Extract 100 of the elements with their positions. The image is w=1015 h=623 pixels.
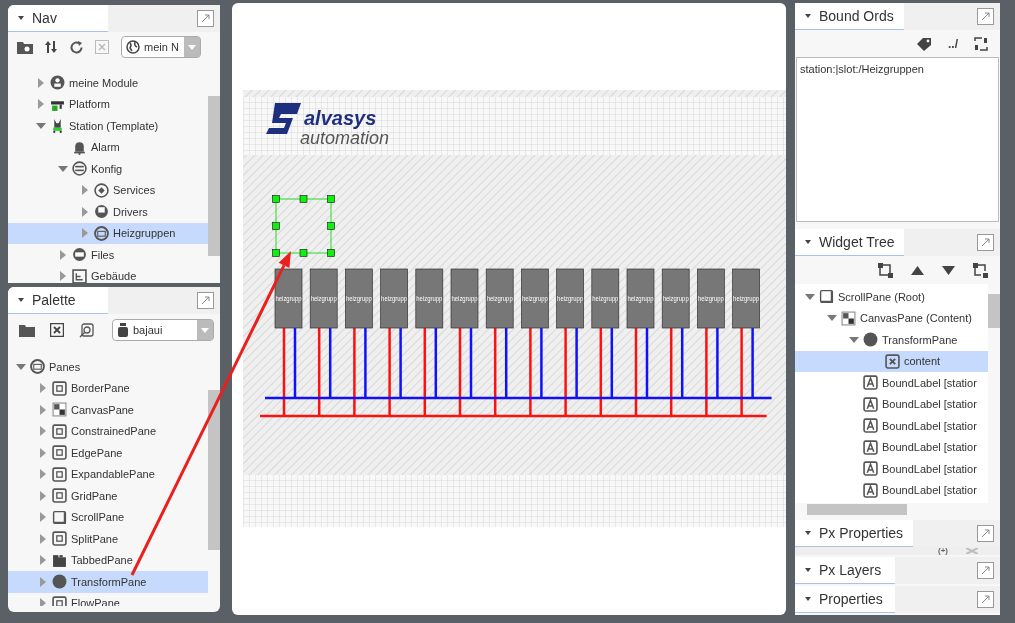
expander-icon[interactable]: [38, 555, 48, 566]
expander-icon[interactable]: [38, 490, 48, 501]
expander-icon[interactable]: [38, 404, 48, 415]
tree-item[interactable]: BorderPane: [8, 377, 208, 399]
tree-item[interactable]: Drivers: [8, 201, 208, 223]
tree-item[interactable]: Alarm: [8, 136, 208, 158]
expander-icon[interactable]: [36, 99, 46, 110]
tree-item[interactable]: TransformPane: [8, 571, 208, 593]
expander-icon[interactable]: [38, 383, 48, 394]
collapse-caret-icon[interactable]: [18, 298, 24, 302]
tree-item[interactable]: meine Module: [8, 72, 208, 94]
search-icon[interactable]: [79, 322, 94, 338]
expander-icon[interactable]: [849, 334, 859, 345]
heating-group-block[interactable]: [732, 268, 760, 329]
heating-group-block[interactable]: [450, 268, 479, 329]
tree-item[interactable]: Platform: [8, 93, 208, 115]
ord-text-field[interactable]: station:|slot:/Heizgruppen: [796, 57, 999, 222]
folder-icon[interactable]: [19, 323, 35, 337]
tree-item[interactable]: Station (Template): [8, 115, 208, 137]
tag-icon[interactable]: [916, 36, 932, 51]
tree-item[interactable]: TransformPane: [795, 329, 988, 351]
expander-icon[interactable]: [805, 291, 815, 302]
heating-group-block[interactable]: [415, 268, 444, 329]
maximize-icon[interactable]: [197, 10, 214, 27]
tree-item[interactable]: CanvasPane: [8, 399, 208, 421]
maximize-icon[interactable]: [197, 292, 214, 309]
heating-group-block[interactable]: [697, 268, 725, 329]
collapse-caret-icon[interactable]: [805, 597, 811, 601]
tree-item[interactable]: BoundLabel [statior: [795, 479, 988, 501]
maximize-icon[interactable]: [977, 591, 994, 608]
selection-box[interactable]: [272, 195, 335, 257]
heating-group-block[interactable]: [309, 268, 338, 329]
scrollbar-thumb[interactable]: [988, 294, 1000, 328]
collapse-caret-icon[interactable]: [805, 240, 811, 244]
tree-item[interactable]: ConstrainedPane: [8, 420, 208, 442]
tree-item[interactable]: SplitPane: [8, 528, 208, 550]
heating-group-block[interactable]: [556, 268, 584, 329]
tree-item[interactable]: BoundLabel [statior: [795, 436, 988, 458]
expander-icon[interactable]: [58, 249, 68, 260]
scrollbar-thumb[interactable]: [807, 504, 907, 515]
expander-icon[interactable]: [38, 469, 48, 480]
expander-icon[interactable]: [38, 533, 48, 544]
tree-item[interactable]: BoundLabel [statior: [795, 415, 988, 437]
sort-icon[interactable]: [44, 40, 58, 54]
heating-group-block[interactable]: [626, 268, 655, 329]
expander-icon[interactable]: [36, 120, 46, 131]
tree-item[interactable]: BoundLabel [statior: [795, 458, 988, 480]
expander-icon[interactable]: [38, 426, 48, 437]
heating-group-block[interactable]: [591, 268, 620, 329]
tree-item[interactable]: GridPane: [8, 485, 208, 507]
move-down-icon[interactable]: [942, 265, 955, 275]
collapse-caret-icon[interactable]: [805, 531, 811, 535]
tree-item[interactable]: Files: [8, 244, 208, 266]
tree-item[interactable]: Gebäude: [8, 265, 208, 283]
expander-icon[interactable]: [80, 206, 90, 217]
expander-icon[interactable]: [38, 598, 48, 606]
heating-group-block[interactable]: [521, 268, 549, 329]
tree-item[interactable]: ScrollPane (Root): [795, 286, 988, 308]
move-in-icon[interactable]: [973, 262, 988, 278]
heating-group-block[interactable]: [380, 268, 408, 329]
heating-group-block[interactable]: [274, 268, 303, 329]
collapse-caret-icon[interactable]: [805, 568, 811, 572]
tree-item[interactable]: CanvasPane (Content): [795, 307, 988, 329]
tree-item[interactable]: Panes: [8, 356, 208, 378]
move-out-icon[interactable]: [878, 262, 893, 278]
tree-item[interactable]: ScrollPane: [8, 506, 208, 528]
scrollbar-thumb[interactable]: [208, 96, 220, 256]
move-up-icon[interactable]: [911, 265, 924, 275]
maximize-icon[interactable]: [977, 525, 994, 542]
tree-item[interactable]: TabbedPane: [8, 549, 208, 571]
expander-icon[interactable]: [16, 361, 26, 372]
dropdown[interactable]: bajaui: [112, 319, 214, 341]
relative-path-button[interactable]: ../: [948, 37, 958, 50]
dropdown[interactable]: mein N: [121, 36, 201, 58]
tree-item[interactable]: Heizgruppen: [8, 222, 208, 244]
tree-item[interactable]: ExpandablePane: [8, 463, 208, 485]
x-box-icon[interactable]: [50, 323, 64, 337]
expander-icon[interactable]: [58, 163, 68, 174]
maximize-icon[interactable]: [977, 8, 994, 25]
swap-icon[interactable]: [974, 36, 988, 51]
collapse-caret-icon[interactable]: [18, 16, 24, 20]
tree-item[interactable]: content: [795, 350, 988, 372]
maximize-icon[interactable]: [977, 562, 994, 579]
maximize-icon[interactable]: [977, 234, 994, 251]
scrollbar-thumb[interactable]: [208, 390, 220, 550]
add-button[interactable]: (+): [938, 547, 948, 555]
tree-item[interactable]: BoundLabel [statior: [795, 372, 988, 394]
expander-icon[interactable]: [58, 271, 68, 282]
expander-icon[interactable]: [38, 512, 48, 523]
collapse-caret-icon[interactable]: [805, 14, 811, 18]
new-folder-icon[interactable]: [17, 40, 33, 54]
heating-group-block[interactable]: [345, 268, 373, 329]
expander-icon[interactable]: [38, 447, 48, 458]
tree-item[interactable]: Services: [8, 179, 208, 201]
expander-icon[interactable]: [36, 77, 46, 88]
heating-group-block[interactable]: [661, 268, 690, 329]
tree-item[interactable]: BoundLabel [statior: [795, 393, 988, 415]
tree-item[interactable]: EdgePane: [8, 442, 208, 464]
refresh-icon[interactable]: [69, 39, 84, 55]
heating-group-block[interactable]: [485, 268, 514, 329]
